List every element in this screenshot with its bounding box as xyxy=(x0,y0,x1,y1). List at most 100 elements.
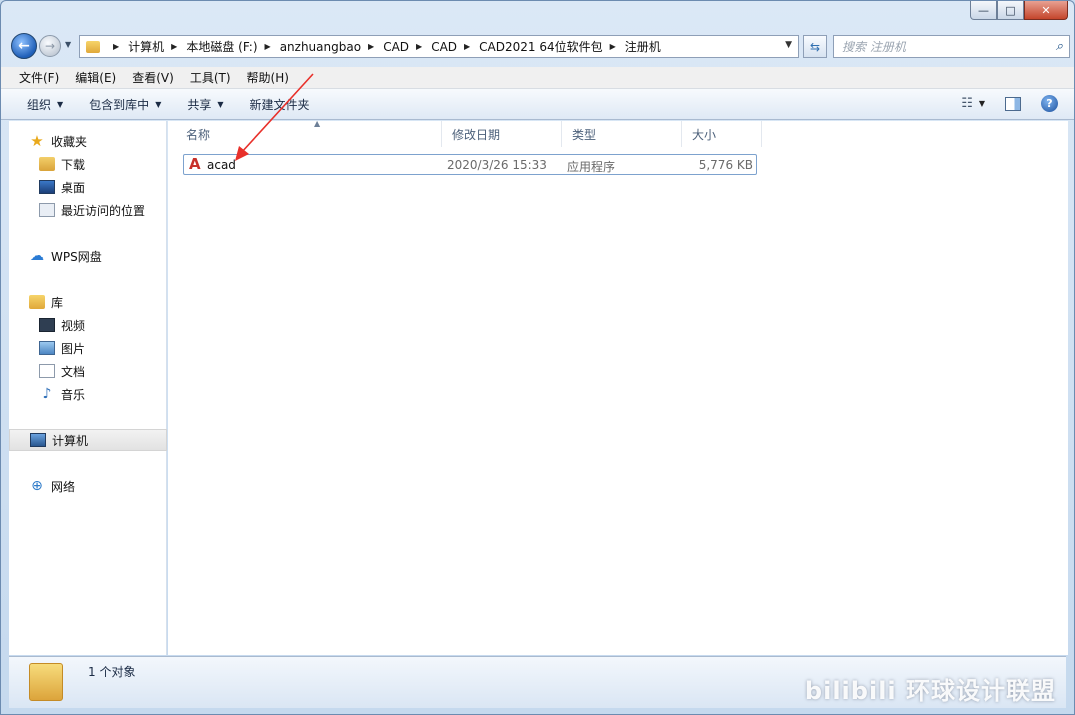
network-icon: ⊕ xyxy=(31,478,43,494)
star-icon: ★ xyxy=(30,132,44,150)
include-in-library-label: 包含到库中 xyxy=(89,97,150,112)
sidebar-item-documents[interactable]: 文档 xyxy=(9,360,167,382)
watermark: bilibili 环球设计联盟 xyxy=(804,677,1056,705)
sidebar-item-network[interactable]: ⊕ 网络 xyxy=(9,475,167,497)
view-options-icon[interactable]: ☷ xyxy=(961,96,973,111)
share-button[interactable]: 共享 ▼ xyxy=(187,96,223,113)
new-folder-button[interactable]: 新建文件夹 xyxy=(250,96,310,113)
music-icon: ♪ xyxy=(42,386,52,402)
sidebar-item-label: 桌面 xyxy=(61,180,86,195)
sidebar-item-videos[interactable]: 视频 xyxy=(9,314,167,336)
organize-label: 组织 xyxy=(27,97,52,112)
chevron-right-icon[interactable]: ▶ xyxy=(368,42,374,51)
sidebar-item-libraries[interactable]: 库 xyxy=(9,291,167,313)
back-button[interactable]: ← xyxy=(11,33,37,59)
chevron-down-icon: ▼ xyxy=(217,99,224,109)
breadcrumb-computer[interactable]: 计算机 xyxy=(128,38,164,55)
view-controls: ☷ ▼ ? xyxy=(961,95,1058,112)
search-input[interactable]: 搜索 注册机 ⌕ xyxy=(833,35,1070,58)
sidebar-item-computer[interactable]: 计算机 xyxy=(9,429,167,451)
column-header-modified[interactable]: 修改日期 xyxy=(442,121,562,147)
share-label: 共享 xyxy=(187,97,212,112)
column-header-label: 大小 xyxy=(692,127,717,142)
command-bar: 组织 ▼ 包含到库中 ▼ 共享 ▼ 新建文件夹 ☷ ▼ ? xyxy=(1,89,1074,120)
breadcrumb-cad-1[interactable]: CAD xyxy=(383,40,409,54)
status-bar: 1 个对象 bilibili 环球设计联盟 xyxy=(9,656,1066,708)
chevron-down-icon: ▼ xyxy=(57,99,64,109)
picture-icon xyxy=(39,341,55,355)
chevron-down-icon: ▼ xyxy=(155,99,162,109)
address-dropdown-icon[interactable]: ▼ xyxy=(785,40,792,50)
folder-icon xyxy=(29,663,63,701)
breadcrumb-anzhuangbao[interactable]: anzhuangbao xyxy=(280,40,361,54)
view-dropdown-icon[interactable]: ▼ xyxy=(979,99,985,108)
menu-file[interactable]: 文件(F) xyxy=(19,69,59,86)
column-header-size[interactable]: 大小 xyxy=(682,121,762,147)
chevron-right-icon[interactable]: ▶ xyxy=(171,42,177,51)
sidebar-item-label: 计算机 xyxy=(52,433,89,448)
help-icon[interactable]: ? xyxy=(1041,95,1058,112)
computer-icon xyxy=(30,433,46,447)
breadcrumb-keygen[interactable]: 注册机 xyxy=(625,38,661,55)
menu-view[interactable]: 查看(V) xyxy=(132,69,174,86)
sidebar-item-desktop[interactable]: 桌面 xyxy=(9,176,167,198)
preview-pane-icon[interactable] xyxy=(1005,96,1021,111)
breadcrumb-drive-f[interactable]: 本地磁盘 (F:) xyxy=(186,38,257,55)
forward-button[interactable]: → xyxy=(39,35,61,57)
column-header-label: 名称 xyxy=(186,127,211,142)
sidebar-item-label: WPS网盘 xyxy=(51,249,102,264)
include-in-library-button[interactable]: 包含到库中 ▼ xyxy=(89,96,161,113)
minimize-button[interactable]: — xyxy=(970,1,997,20)
sidebar-item-label: 网络 xyxy=(51,479,76,494)
organize-button[interactable]: 组织 ▼ xyxy=(27,96,63,113)
column-header-label: 类型 xyxy=(572,127,597,142)
menu-help[interactable]: 帮助(H) xyxy=(247,69,289,86)
chevron-right-icon[interactable]: ▶ xyxy=(464,42,470,51)
table-row[interactable]: A acad 2020/3/26 15:33 应用程序 5,776 KB xyxy=(183,154,757,175)
status-item-count: 1 个对象 xyxy=(88,665,136,679)
file-size: 5,776 KB xyxy=(698,158,753,172)
refresh-button[interactable]: ⇆ xyxy=(803,35,827,58)
sidebar-item-downloads[interactable]: 下载 xyxy=(9,153,167,175)
address-row: ← → ▼ ▶ 计算机 ▶ 本地磁盘 (F:) ▶ anzhuangbao ▶ … xyxy=(9,31,1070,61)
sidebar-item-favorites[interactable]: ★ 收藏夹 xyxy=(9,130,167,152)
sidebar-item-label: 音乐 xyxy=(61,387,86,402)
sidebar-item-recent[interactable]: 最近访问的位置 xyxy=(9,199,167,221)
maximize-button[interactable]: □ xyxy=(997,1,1024,20)
column-header-label: 修改日期 xyxy=(452,127,501,142)
sidebar-item-pictures[interactable]: 图片 xyxy=(9,337,167,359)
document-icon xyxy=(39,364,55,378)
close-button[interactable]: ✕ xyxy=(1024,1,1068,20)
address-bar[interactable]: ▶ 计算机 ▶ 本地磁盘 (F:) ▶ anzhuangbao ▶ CAD ▶ … xyxy=(79,35,799,58)
menu-edit[interactable]: 编辑(E) xyxy=(75,69,116,86)
menu-tools[interactable]: 工具(T) xyxy=(190,69,231,86)
search-placeholder: 搜索 注册机 xyxy=(842,40,906,54)
search-icon[interactable]: ⌕ xyxy=(1056,39,1063,54)
recent-pages-dropdown-icon[interactable]: ▼ xyxy=(65,40,71,49)
sidebar-item-label: 收藏夹 xyxy=(51,134,88,149)
library-icon xyxy=(29,295,45,309)
sidebar-item-label: 视频 xyxy=(61,318,86,333)
sidebar-item-label: 文档 xyxy=(61,364,86,379)
chevron-right-icon[interactable]: ▶ xyxy=(416,42,422,51)
recent-places-icon xyxy=(39,203,55,217)
breadcrumb-cad-2[interactable]: CAD xyxy=(431,40,457,54)
file-type: 应用程序 xyxy=(567,160,616,174)
file-name: acad xyxy=(207,158,236,172)
autocad-icon: A xyxy=(189,155,201,173)
downloads-folder-icon xyxy=(39,157,55,171)
column-header-type[interactable]: 类型 xyxy=(562,121,682,147)
chevron-right-icon[interactable]: ▶ xyxy=(610,42,616,51)
file-modified: 2020/3/26 15:33 xyxy=(447,158,547,172)
cloud-icon: ☁ xyxy=(30,248,44,264)
navigation-pane: ★ 收藏夹 下载 桌面 最近访问的位置 ☁ WPS网盘 库 视频 图片 文档 ♪… xyxy=(9,121,167,655)
file-list: 名称 ▲ 修改日期 类型 大小 A acad 2020/3/26 15:33 应… xyxy=(168,119,1068,655)
sidebar-item-wps-cloud[interactable]: ☁ WPS网盘 xyxy=(9,245,167,267)
breadcrumb-cad2021-package[interactable]: CAD2021 64位软件包 xyxy=(479,38,602,55)
sidebar-item-music[interactable]: ♪ 音乐 xyxy=(9,383,167,405)
chevron-right-icon[interactable]: ▶ xyxy=(113,42,119,51)
chevron-right-icon[interactable]: ▶ xyxy=(265,42,271,51)
desktop-icon xyxy=(39,180,55,194)
column-header-name[interactable]: 名称 ▲ xyxy=(176,119,442,147)
folder-icon xyxy=(86,40,100,53)
